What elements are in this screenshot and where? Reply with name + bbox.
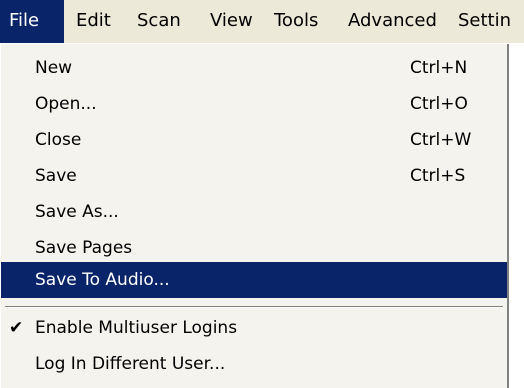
menu-item-save-pages-label: Save Pages — [35, 238, 133, 258]
menu-item-new[interactable]: New Ctrl+N — [1, 50, 507, 86]
menu-tools[interactable]: Tools — [274, 0, 319, 43]
menu-item-enable-multiuser-logins[interactable]: ✔ Enable Multiuser Logins — [1, 310, 507, 346]
menu-view[interactable]: View — [210, 0, 253, 43]
menu-item-log-in-different-user[interactable]: Log In Different User... — [1, 346, 507, 382]
menu-item-close-label: Close — [35, 130, 82, 150]
menu-edit[interactable]: Edit — [76, 0, 111, 43]
menu-settings-label: Settin — [458, 10, 512, 31]
menu-item-save-label: Save — [35, 166, 77, 186]
menu-item-save-as-label: Save As... — [35, 202, 119, 222]
menu-item-close-shortcut: Ctrl+W — [410, 130, 472, 150]
menu-item-new-shortcut: Ctrl+N — [410, 58, 468, 78]
menu-item-save[interactable]: Save Ctrl+S — [1, 158, 507, 194]
menu-view-label: View — [210, 10, 253, 31]
menu-item-enable-multiuser-logins-label: Enable Multiuser Logins — [35, 318, 238, 338]
menu-file-label: File — [9, 10, 40, 31]
menu-scan-label: Scan — [137, 10, 181, 31]
menu-tools-label: Tools — [274, 10, 319, 31]
menu-item-save-to-audio[interactable]: Save To Audio... — [1, 262, 507, 298]
file-menu-dropdown: New Ctrl+N Open... Ctrl+O Close Ctrl+W S… — [0, 44, 509, 388]
menu-item-save-shortcut: Ctrl+S — [410, 166, 466, 186]
menu-item-save-to-audio-label: Save To Audio... — [35, 270, 170, 290]
menu-advanced-label: Advanced — [348, 10, 437, 31]
menu-item-open-shortcut: Ctrl+O — [410, 94, 468, 114]
menu-item-new-label: New — [35, 58, 73, 78]
menu-bar: File Edit Scan View Tools Advanced Setti… — [0, 0, 524, 44]
menu-item-open-label: Open... — [35, 94, 97, 114]
menu-item-close[interactable]: Close Ctrl+W — [1, 122, 507, 158]
checkmark-icon: ✔ — [9, 318, 24, 338]
menu-advanced[interactable]: Advanced — [348, 0, 437, 43]
menu-separator — [5, 306, 503, 308]
menu-item-save-as[interactable]: Save As... — [1, 194, 507, 230]
menu-scan[interactable]: Scan — [137, 0, 181, 43]
menu-edit-label: Edit — [76, 10, 111, 31]
menu-item-save-pages[interactable]: Save Pages — [1, 230, 507, 266]
menu-item-open[interactable]: Open... Ctrl+O — [1, 86, 507, 122]
menu-settings[interactable]: Settin — [458, 0, 512, 43]
menu-file[interactable]: File — [0, 0, 64, 43]
menu-item-log-in-different-user-label: Log In Different User... — [35, 354, 226, 374]
